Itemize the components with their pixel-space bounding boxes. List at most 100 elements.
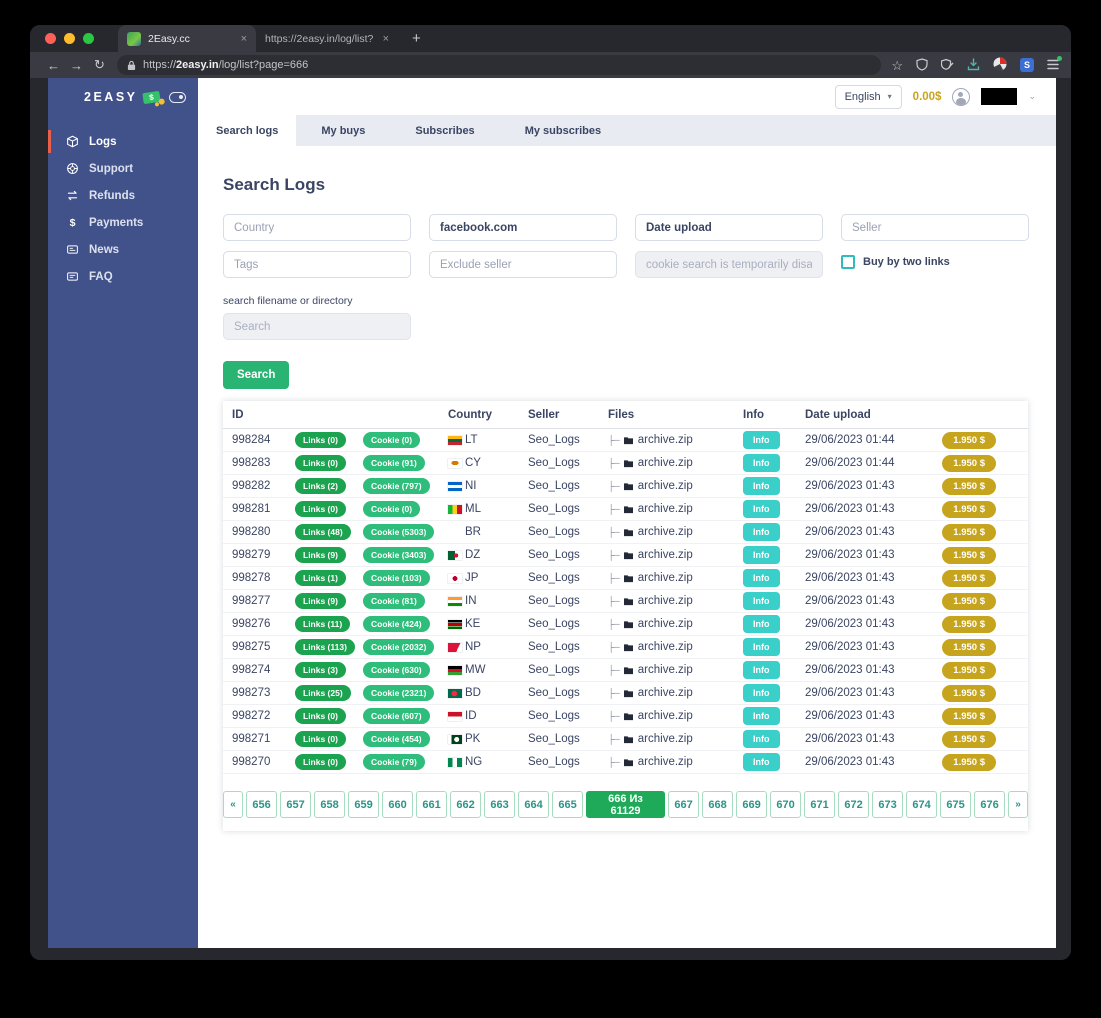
- cookie-badge[interactable]: Cookie (607): [363, 708, 430, 724]
- info-button[interactable]: Info: [743, 592, 780, 610]
- info-button[interactable]: Info: [743, 753, 780, 771]
- links-badge[interactable]: Links (0): [295, 455, 346, 471]
- table-row[interactable]: 998272 Links (0) Cookie (607) ID Seo_Log…: [223, 705, 1028, 728]
- page-button[interactable]: 664: [518, 791, 549, 818]
- cookie-badge[interactable]: Cookie (630): [363, 662, 430, 678]
- page-button[interactable]: 658: [314, 791, 345, 818]
- tab-close-icon[interactable]: ×: [383, 33, 389, 45]
- exclude-seller-input[interactable]: [429, 251, 617, 278]
- price-badge[interactable]: 1.950 $: [942, 730, 996, 748]
- shield-edit-icon[interactable]: [940, 58, 954, 73]
- file-name[interactable]: archive.zip: [638, 687, 693, 699]
- browser-tab-active[interactable]: 2Easy.cc ×: [118, 25, 256, 52]
- table-row[interactable]: 998281 Links (0) Cookie (0) ML Seo_Logs …: [223, 498, 1028, 521]
- file-name[interactable]: archive.zip: [638, 756, 693, 768]
- shield-icon[interactable]: [916, 57, 928, 73]
- cookie-badge[interactable]: Cookie (797): [363, 478, 430, 494]
- page-button[interactable]: 675: [940, 791, 971, 818]
- extension-globe-icon[interactable]: [993, 57, 1007, 73]
- tab-search-logs[interactable]: Search logs: [198, 115, 297, 146]
- page-button[interactable]: 671: [804, 791, 835, 818]
- price-badge[interactable]: 1.950 $: [942, 569, 996, 587]
- price-badge[interactable]: 1.950 $: [942, 546, 996, 564]
- tab-my-subscribes[interactable]: My subscribes: [500, 115, 626, 146]
- cookie-badge[interactable]: Cookie (424): [363, 616, 430, 632]
- file-name[interactable]: archive.zip: [638, 710, 693, 722]
- sidebar-item-refunds[interactable]: Refunds: [48, 182, 198, 209]
- cookie-badge[interactable]: Cookie (103): [363, 570, 430, 586]
- info-button[interactable]: Info: [743, 730, 780, 748]
- links-badge[interactable]: Links (9): [295, 593, 346, 609]
- balance-amount[interactable]: 0.00$: [913, 91, 942, 103]
- cookie-badge[interactable]: Cookie (91): [363, 455, 425, 471]
- link-input[interactable]: [429, 214, 617, 241]
- price-badge[interactable]: 1.950 $: [942, 638, 996, 656]
- reload-button[interactable]: ↻: [88, 57, 111, 73]
- price-badge[interactable]: 1.950 $: [942, 477, 996, 495]
- table-row[interactable]: 998270 Links (0) Cookie (79) NG Seo_Logs…: [223, 751, 1028, 774]
- links-badge[interactable]: Links (3): [295, 662, 346, 678]
- page-button[interactable]: 661: [416, 791, 447, 818]
- table-row[interactable]: 998284 Links (0) Cookie (0) LT Seo_Logs …: [223, 429, 1028, 452]
- tab-my-buys[interactable]: My buys: [296, 115, 390, 146]
- page-button[interactable]: 672: [838, 791, 869, 818]
- info-button[interactable]: Info: [743, 661, 780, 679]
- page-button[interactable]: 669: [736, 791, 767, 818]
- price-badge[interactable]: 1.950 $: [942, 592, 996, 610]
- page-button[interactable]: 674: [906, 791, 937, 818]
- cookie-badge[interactable]: Cookie (454): [363, 731, 430, 747]
- browser-tab-background[interactable]: https://2easy.in/log/list?country%5B ×: [256, 25, 398, 52]
- table-row[interactable]: 998278 Links (1) Cookie (103) JP Seo_Log…: [223, 567, 1028, 590]
- table-row[interactable]: 998273 Links (25) Cookie (2321) BD Seo_L…: [223, 682, 1028, 705]
- date-upload-input[interactable]: [635, 214, 823, 241]
- page-button[interactable]: 662: [450, 791, 481, 818]
- page-button[interactable]: 667: [668, 791, 699, 818]
- page-button[interactable]: 668: [702, 791, 733, 818]
- info-button[interactable]: Info: [743, 477, 780, 495]
- download-icon[interactable]: [967, 57, 980, 73]
- cookie-badge[interactable]: Cookie (2032): [363, 639, 435, 655]
- avatar[interactable]: [952, 87, 971, 106]
- file-name[interactable]: archive.zip: [638, 549, 693, 561]
- page-button[interactable]: 665: [552, 791, 583, 818]
- info-button[interactable]: Info: [743, 454, 780, 472]
- url-bar[interactable]: https://2easy.in/log/list?page=666: [117, 55, 882, 75]
- new-tab-button[interactable]: +: [412, 30, 421, 47]
- maximize-window-button[interactable]: [83, 33, 94, 44]
- file-name[interactable]: archive.zip: [638, 480, 693, 492]
- links-badge[interactable]: Links (2): [295, 478, 346, 494]
- bookmark-star-icon[interactable]: ☆: [891, 59, 903, 72]
- tab-close-icon[interactable]: ×: [241, 33, 247, 45]
- file-name[interactable]: archive.zip: [638, 664, 693, 676]
- price-badge[interactable]: 1.950 $: [942, 707, 996, 725]
- close-window-button[interactable]: [45, 33, 56, 44]
- page-current-button[interactable]: 666 Из 61129: [586, 791, 665, 818]
- file-name[interactable]: archive.zip: [638, 457, 693, 469]
- search-button[interactable]: Search: [223, 361, 290, 389]
- table-row[interactable]: 998275 Links (113) Cookie (2032) NP Seo_…: [223, 636, 1028, 659]
- links-badge[interactable]: Links (11): [295, 616, 351, 632]
- info-button[interactable]: Info: [743, 431, 780, 449]
- links-badge[interactable]: Links (0): [295, 731, 346, 747]
- price-badge[interactable]: 1.950 $: [942, 454, 996, 472]
- page-button[interactable]: 656: [246, 791, 277, 818]
- info-button[interactable]: Info: [743, 615, 780, 633]
- links-badge[interactable]: Links (48): [295, 524, 351, 540]
- cookie-badge[interactable]: Cookie (3403): [363, 547, 435, 563]
- links-badge[interactable]: Links (9): [295, 547, 346, 563]
- file-name[interactable]: archive.zip: [638, 503, 693, 515]
- links-badge[interactable]: Links (0): [295, 754, 346, 770]
- cookie-badge[interactable]: Cookie (0): [363, 501, 421, 517]
- table-row[interactable]: 998282 Links (2) Cookie (797) NI Seo_Log…: [223, 475, 1028, 498]
- page-button[interactable]: 663: [484, 791, 515, 818]
- back-button[interactable]: ←: [42, 58, 65, 73]
- table-row[interactable]: 998280 Links (48) Cookie (5303) BR Seo_L…: [223, 521, 1028, 544]
- sidebar-item-support[interactable]: Support: [48, 155, 198, 182]
- browser-menu-icon[interactable]: [1047, 55, 1062, 72]
- page-next-button[interactable]: »: [1008, 791, 1028, 818]
- file-name[interactable]: archive.zip: [638, 618, 693, 630]
- file-name[interactable]: archive.zip: [638, 526, 693, 538]
- sidebar-item-news[interactable]: News: [48, 236, 198, 263]
- table-row[interactable]: 998283 Links (0) Cookie (91) CY Seo_Logs…: [223, 452, 1028, 475]
- theme-toggle-icon[interactable]: [169, 91, 186, 103]
